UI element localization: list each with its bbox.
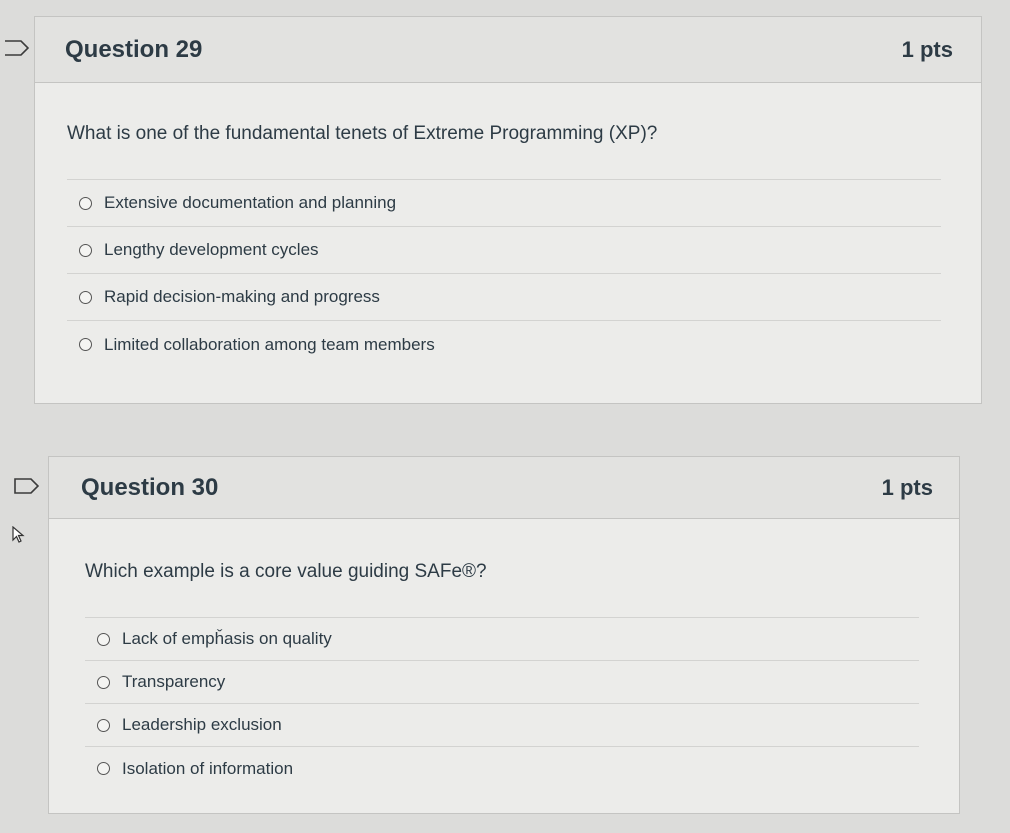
question-text: What is one of the fundamental tenets of… — [67, 123, 658, 144]
question-body: What is one of the fundamental tenets of… — [35, 83, 981, 368]
question-header: Question 29 1 pts — [35, 17, 981, 83]
answer-list: Lack of empȟasis on quality Transparency… — [85, 617, 919, 790]
radio-button[interactable] — [97, 632, 110, 646]
question-title: Question 30 — [81, 473, 219, 501]
answer-label: Isolation of information — [122, 758, 294, 778]
question-body: Which example is a core value guiding SA… — [49, 519, 959, 790]
answer-option[interactable]: Rapid decision-making and progress — [67, 274, 941, 321]
flag-question-icon[interactable] — [14, 478, 40, 494]
answer-list: Extensive documentation and planning Len… — [67, 179, 941, 368]
answer-option[interactable]: Leadership exclusion — [85, 704, 919, 747]
question-29-card: Question 29 1 pts What is one of the fun… — [34, 16, 982, 404]
question-30-card: Question 30 1 pts Which example is a cor… — [48, 456, 960, 814]
answer-label: Transparency — [122, 672, 226, 691]
radio-button[interactable] — [97, 762, 110, 775]
answer-option[interactable]: Isolation of information — [85, 747, 919, 790]
question-header: Question 30 1 pts — [49, 457, 959, 519]
flag-question-icon[interactable] — [4, 40, 30, 56]
radio-button[interactable] — [79, 196, 92, 210]
radio-button[interactable] — [97, 675, 110, 689]
answer-label: Limited collaboration among team members — [104, 334, 435, 354]
radio-button[interactable] — [79, 243, 92, 257]
question-title: Question 29 — [65, 35, 203, 63]
radio-button[interactable] — [97, 718, 110, 732]
answer-option[interactable]: Transparency — [85, 661, 919, 704]
radio-button[interactable] — [79, 290, 92, 304]
answer-label: Rapid decision-making and progress — [104, 287, 380, 306]
answer-label: Extensive documentation and planning — [104, 193, 397, 212]
answer-label: Lengthy development cycles — [104, 240, 319, 259]
answer-option[interactable]: Lengthy development cycles — [67, 227, 941, 274]
answer-label: Leadership exclusion — [122, 715, 282, 734]
question-text: Which example is a core value guiding SA… — [85, 561, 487, 582]
answer-label: Lack of empȟasis on quality — [122, 629, 332, 648]
answer-option[interactable]: Lack of empȟasis on quality — [85, 618, 919, 661]
question-points: 1 pts — [901, 36, 953, 62]
answer-option[interactable]: Limited collaboration among team members — [67, 321, 941, 368]
mouse-pointer-icon — [12, 526, 25, 543]
radio-button[interactable] — [79, 338, 92, 351]
question-points: 1 pts — [881, 474, 933, 500]
answer-option[interactable]: Extensive documentation and planning — [67, 180, 941, 227]
